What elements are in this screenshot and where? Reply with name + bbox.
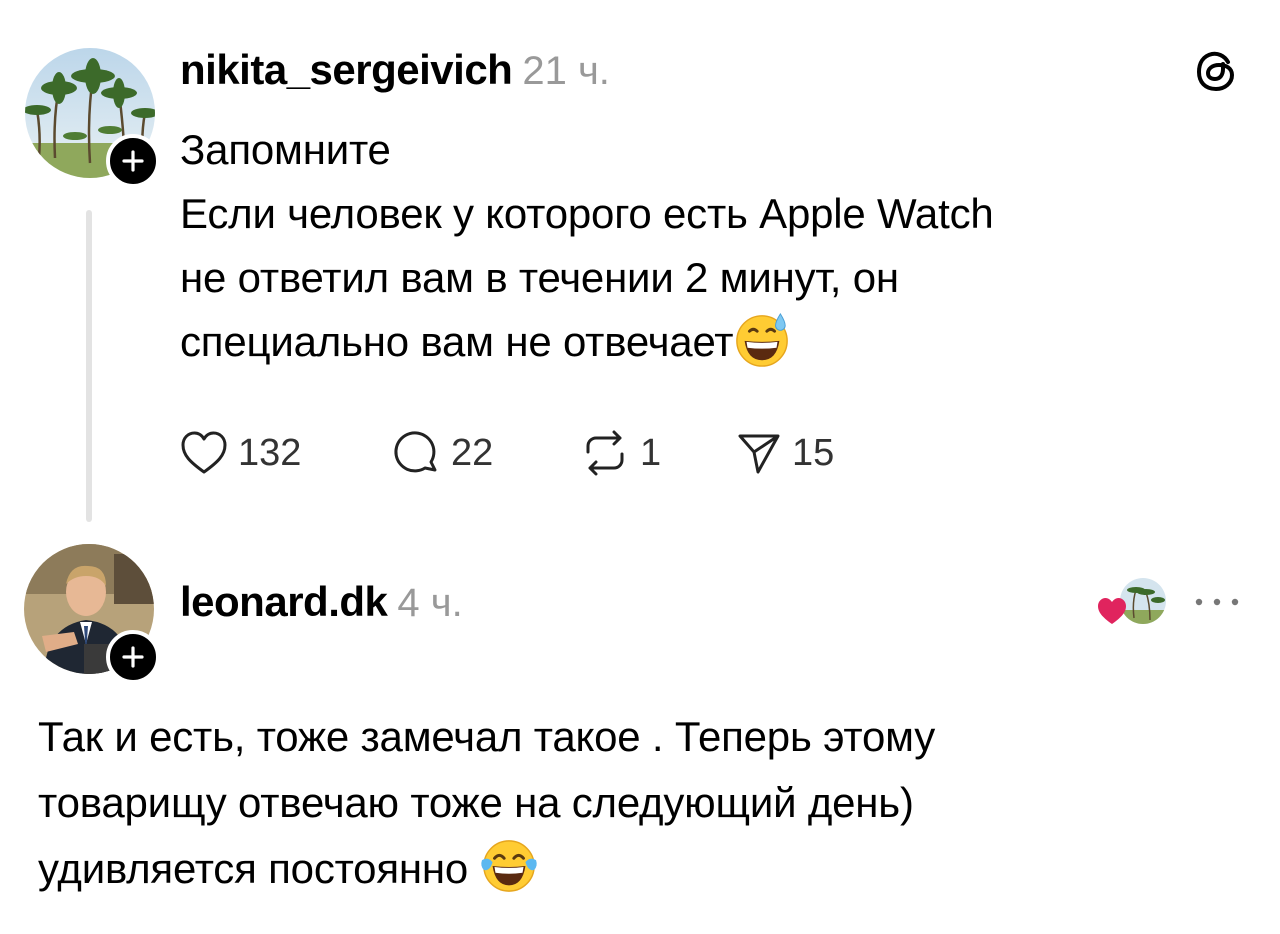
send-paper-plane-icon: [738, 434, 780, 474]
share-button[interactable]: 15: [736, 430, 834, 476]
comment-bubble-icon: [394, 431, 437, 473]
post-line: не ответил вам в течении 2 минут, он: [180, 254, 899, 301]
author-username[interactable]: nikita_sergeivich: [180, 46, 513, 94]
red-heart-icon: [1098, 598, 1126, 624]
repost-button[interactable]: 1: [580, 430, 661, 476]
threads-logo-icon[interactable]: [1192, 46, 1242, 96]
reply-username[interactable]: leonard.dk: [180, 578, 388, 626]
share-count: 15: [792, 431, 835, 474]
reply-line-text: удивляется постоянно: [38, 845, 469, 892]
reply-body: Так и есть, тоже замечал такое . Теперь …: [38, 704, 1248, 902]
comment-count: 22: [451, 431, 494, 474]
follow-plus-icon[interactable]: [106, 134, 160, 188]
post-line: Запомните: [180, 126, 391, 173]
reply-header: leonard.dk 4 ч.: [180, 578, 463, 632]
like-button[interactable]: 132: [180, 430, 301, 476]
liked-by-author-indicator: [1096, 576, 1170, 628]
reply-follow-plus-icon[interactable]: [106, 630, 160, 684]
face-with-tears-of-joy-icon: [480, 840, 537, 892]
repost-count: 1: [640, 431, 662, 474]
post-line-text: специально вам не отвечает: [180, 318, 734, 365]
post: nikita_sergeivich 21 ч. Запомните Если ч…: [0, 0, 1280, 530]
comment-button[interactable]: 22: [393, 430, 493, 476]
post-body: Запомните Если человек у которого есть A…: [180, 118, 1240, 374]
post-line: Если человек у которого есть Apple Watch: [180, 190, 994, 237]
post-line: специально вам не отвечает: [180, 310, 1240, 374]
like-count: 132: [238, 431, 302, 474]
reply-line: Так и есть, тоже замечал такое . Теперь …: [38, 713, 936, 760]
reply-timestamp: 4 ч.: [397, 581, 463, 625]
reply: leonard.dk 4 ч. Так и есть, тоже замечал…: [0, 530, 1280, 934]
post-header: nikita_sergeivich 21 ч.: [180, 46, 610, 100]
post-timestamp: 21 ч.: [522, 49, 610, 93]
reply-line: товарищу отвечаю тоже на следующий день): [38, 779, 914, 826]
more-options-icon[interactable]: [1192, 592, 1242, 612]
grinning-face-with-sweat-icon: [736, 312, 789, 367]
heart-icon: [181, 431, 227, 474]
thread-line: [86, 210, 92, 522]
reply-line: удивляется постоянно: [38, 836, 1248, 902]
repost-icon: [586, 430, 624, 476]
